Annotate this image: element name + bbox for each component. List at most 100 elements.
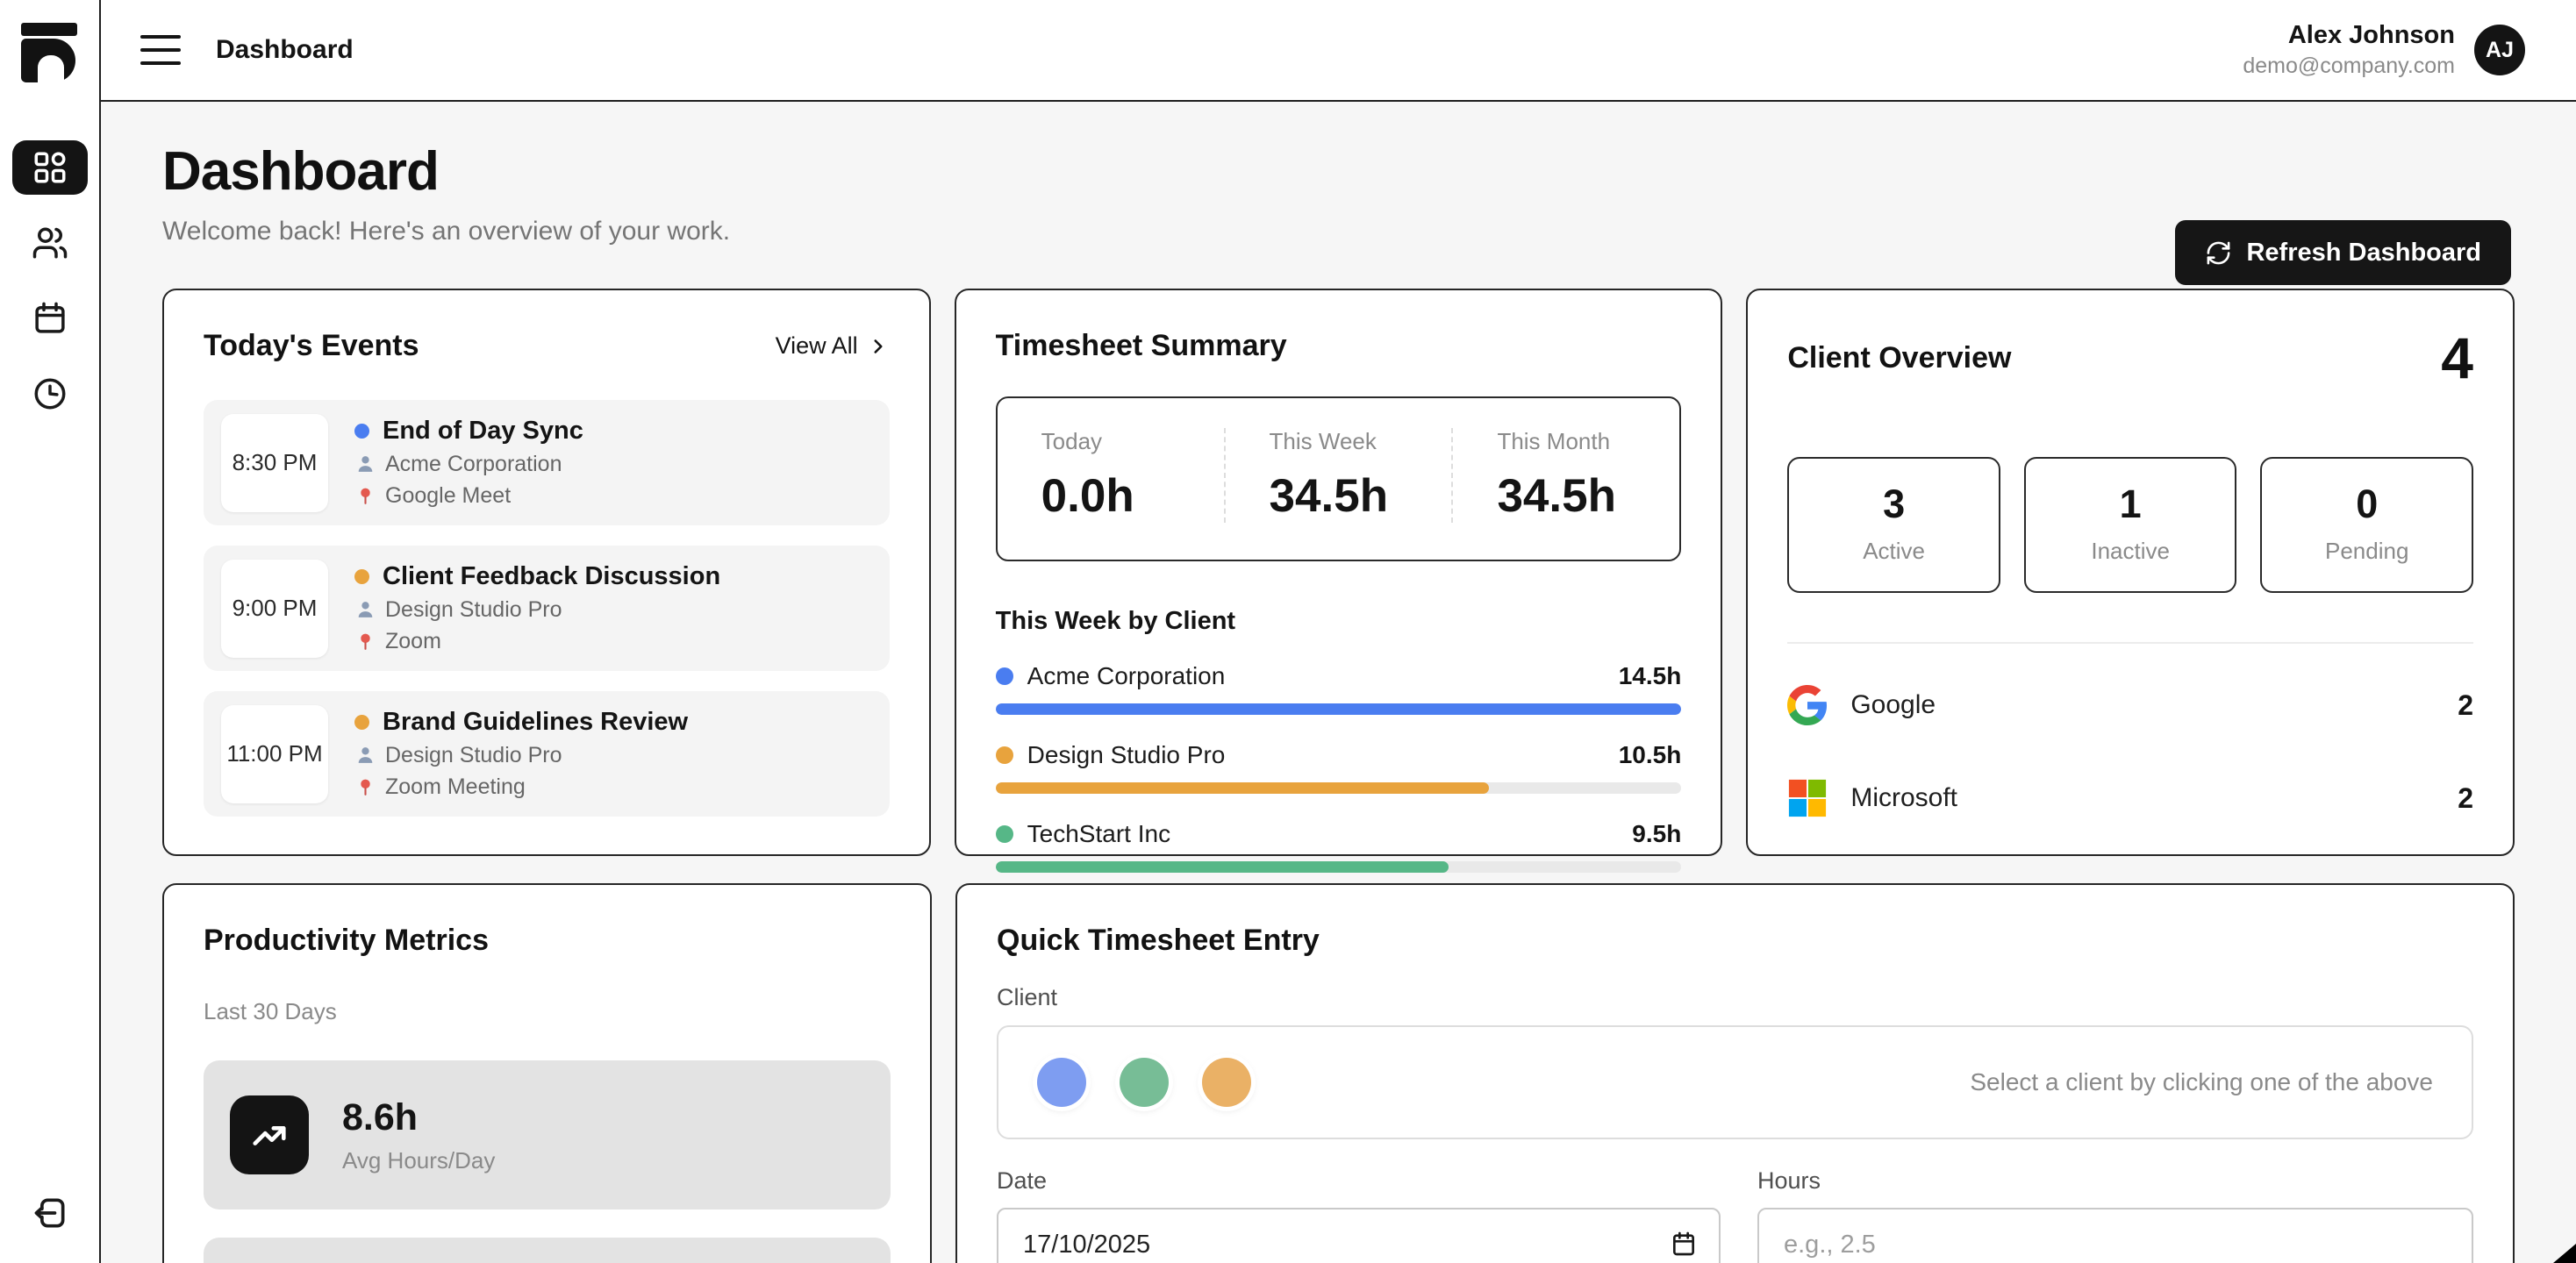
integration-row-microsoft: Microsoft 2: [1787, 772, 2473, 824]
event-client: Design Studio Pro: [354, 597, 720, 623]
event-location: Google Meet: [354, 483, 583, 509]
event-title: Brand Guidelines Review: [383, 708, 688, 737]
logout-icon: [31, 1194, 69, 1232]
client-field-label: Client: [997, 984, 2473, 1011]
user-name: Alex Johnson: [2243, 21, 2455, 50]
event-status-dot: [354, 569, 369, 584]
sidebar: [0, 0, 101, 1263]
productivity-period: Last 30 Days: [204, 998, 891, 1025]
person-icon: [354, 599, 376, 621]
header-title: Dashboard: [216, 35, 354, 65]
stat-active: 3 Active: [1787, 457, 2000, 593]
sidebar-item-clients[interactable]: [12, 216, 88, 270]
event-time: 9:00 PM: [221, 560, 328, 658]
client-hours-row: Design Studio Pro 10.5h: [996, 741, 1682, 794]
event-client: Acme Corporation: [354, 452, 583, 477]
pin-icon: [354, 485, 376, 507]
by-client-title: This Week by Client: [996, 607, 1682, 636]
chevron-right-icon: [867, 335, 890, 358]
users-icon: [32, 225, 68, 261]
summary-this-week: This Week 34.5h: [1224, 428, 1452, 523]
page-title: Dashboard: [162, 140, 2515, 203]
stat-pending: 0 Pending: [2260, 457, 2473, 593]
event-time: 11:00 PM: [221, 705, 328, 803]
metric-avg-hours: 8.6h Avg Hours/Day: [204, 1060, 891, 1209]
date-input[interactable]: [997, 1208, 1721, 1263]
refresh-dashboard-button[interactable]: Refresh Dashboard: [2175, 220, 2511, 285]
hours-input[interactable]: [1757, 1208, 2473, 1263]
dashboard-grid-icon: [32, 149, 68, 186]
view-all-button[interactable]: View All: [776, 332, 890, 360]
todays-events-card: Today's Events View All 8:30 PM End of D…: [162, 289, 931, 856]
main-content: Dashboard Welcome back! Here's an overvi…: [101, 102, 2576, 1263]
sidebar-item-calendar[interactable]: [12, 291, 88, 346]
client-option-blue[interactable]: [1037, 1058, 1086, 1107]
clock-icon: [32, 375, 68, 412]
client-option-orange[interactable]: [1202, 1058, 1251, 1107]
client-total-count: 4: [2441, 329, 2473, 387]
event-status-dot: [354, 715, 369, 730]
client-hours-bar: [996, 861, 1682, 873]
events-card-title: Today's Events: [204, 329, 419, 363]
hours-field-label: Hours: [1757, 1167, 2473, 1195]
event-list: 8:30 PM End of Day Sync Acme Corporation: [204, 400, 890, 817]
app-logo-mark: [21, 39, 75, 82]
event-client: Design Studio Pro: [354, 743, 688, 768]
client-select-box: Select a client by clicking one of the a…: [997, 1025, 2473, 1139]
person-icon: [354, 453, 376, 475]
refresh-icon: [2205, 239, 2232, 267]
avatar[interactable]: AJ: [2474, 25, 2525, 75]
client-dot: [996, 825, 1013, 843]
event-title: Client Feedback Discussion: [383, 562, 720, 591]
client-option-green[interactable]: [1120, 1058, 1169, 1107]
client-overview-card: Client Overview 4 3 Active 1 Inactive 0 …: [1746, 289, 2515, 856]
sidebar-item-time[interactable]: [12, 367, 88, 421]
client-hours-row: Acme Corporation 14.5h: [996, 662, 1682, 715]
microsoft-icon: [1787, 778, 1828, 818]
person-icon: [354, 745, 376, 767]
refresh-button-label: Refresh Dashboard: [2246, 239, 2481, 268]
pin-icon: [354, 776, 376, 798]
quick-timesheet-entry-card: Quick Timesheet Entry Client Select a cl…: [955, 883, 2515, 1263]
sidebar-item-dashboard[interactable]: [12, 140, 88, 195]
summary-today: Today 0.0h: [998, 428, 1224, 523]
calendar-icon: [32, 300, 68, 337]
view-all-label: View All: [776, 332, 858, 360]
pin-icon: [354, 631, 376, 653]
productivity-title: Productivity Metrics: [204, 924, 891, 958]
client-select-hint: Select a client by clicking one of the a…: [1970, 1068, 2433, 1096]
stat-inactive: 1 Inactive: [2024, 457, 2237, 593]
timesheet-card-title: Timesheet Summary: [996, 329, 1682, 363]
date-field-label: Date: [997, 1167, 1721, 1195]
productivity-metrics-card: Productivity Metrics Last 30 Days 8.6h A…: [162, 883, 932, 1263]
top-header: Dashboard Alex Johnson demo@company.com …: [101, 0, 2576, 102]
app-logo-bar: [21, 23, 77, 36]
integration-row-google: Google 2: [1787, 679, 2473, 731]
event-row[interactable]: 9:00 PM Client Feedback Discussion Desig…: [204, 546, 890, 671]
divider: [1787, 642, 2473, 644]
google-icon: [1787, 685, 1828, 725]
event-location: Zoom: [354, 629, 720, 654]
client-dot: [996, 667, 1013, 685]
metric-best-day: Wednesday: [204, 1238, 891, 1263]
timesheet-summary-card: Timesheet Summary Today 0.0h This Week 3…: [955, 289, 1723, 856]
event-time: 8:30 PM: [221, 414, 328, 512]
timesheet-summary-box: Today 0.0h This Week 34.5h This Month 34…: [996, 396, 1682, 561]
summary-this-month: This Month 34.5h: [1451, 428, 1679, 523]
event-location: Zoom Meeting: [354, 774, 688, 800]
user-block: Alex Johnson demo@company.com AJ: [2243, 21, 2525, 79]
sidebar-nav: [12, 140, 88, 421]
client-hours-bar: [996, 703, 1682, 715]
event-title: End of Day Sync: [383, 417, 583, 446]
client-overview-title: Client Overview: [1787, 341, 2011, 375]
trending-up-icon: [230, 1095, 309, 1174]
event-row[interactable]: 11:00 PM Brand Guidelines Review Design …: [204, 691, 890, 817]
sidebar-item-logout[interactable]: [12, 1186, 88, 1240]
app-logo[interactable]: [21, 23, 79, 82]
client-hours-bar: [996, 782, 1682, 794]
client-dot: [996, 746, 1013, 764]
menu-toggle-button[interactable]: [140, 35, 181, 65]
event-row[interactable]: 8:30 PM End of Day Sync Acme Corporation: [204, 400, 890, 525]
client-hours-row: TechStart Inc 9.5h: [996, 820, 1682, 873]
quick-entry-title: Quick Timesheet Entry: [997, 924, 2473, 958]
